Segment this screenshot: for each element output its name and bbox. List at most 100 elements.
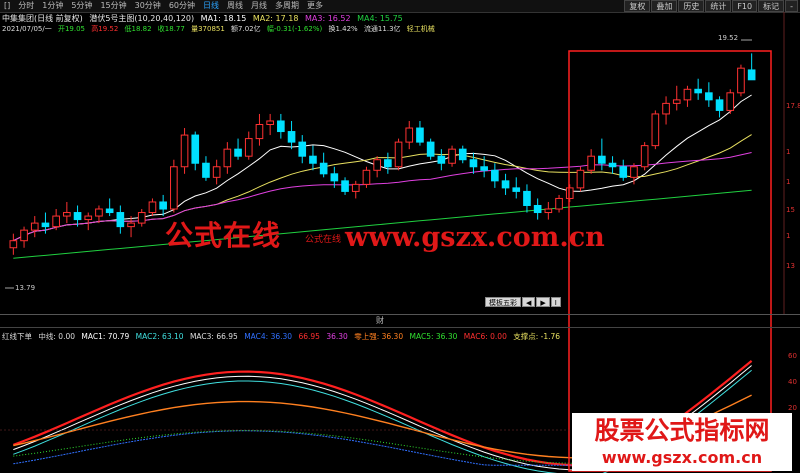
right-axis-label: 1: [786, 148, 791, 156]
prev-template-button[interactable]: ◀: [522, 297, 536, 307]
candle-body: [9, 240, 18, 249]
candle: [555, 194, 563, 213]
ad-title: 股票公式指标网: [594, 416, 770, 445]
candle-body: [20, 229, 28, 242]
candle-body: [672, 99, 681, 104]
candle: [715, 96, 724, 118]
candle: [351, 180, 360, 199]
template-controls: 模板五彩 ◀ ▶ I: [485, 297, 562, 307]
template-color-button[interactable]: 模板五彩: [485, 297, 521, 307]
candle: [523, 184, 531, 213]
candle-body: [84, 215, 93, 221]
candle-body: [234, 148, 242, 157]
zero-strong-value: 零上强: 36.30: [354, 332, 404, 341]
candle-body: [63, 212, 71, 217]
candle: [234, 138, 242, 160]
candle-body: [255, 124, 264, 140]
candle: [223, 142, 232, 174]
candle-body: [619, 166, 628, 178]
candle-body: [640, 145, 649, 168]
candle: [651, 110, 660, 150]
candle-body: [726, 92, 735, 111]
candle: [266, 113, 274, 136]
candle: [373, 156, 381, 178]
candle-body: [458, 148, 467, 161]
candle: [384, 152, 392, 174]
candle-body: [651, 113, 660, 147]
candle-body: [52, 215, 60, 228]
ad-url: www.gszx.com.cn: [601, 448, 763, 467]
candle-body: [212, 166, 221, 178]
candle: [394, 138, 403, 171]
candle: [458, 145, 467, 164]
right-axis-label: 1: [786, 178, 791, 186]
candle-body: [737, 67, 745, 94]
candle-body: [630, 166, 638, 178]
candle-body: [394, 141, 403, 168]
low-price-label: 13.79: [15, 284, 36, 292]
candle-body: [555, 197, 563, 210]
candle: [437, 149, 446, 171]
candle: [298, 135, 307, 164]
candle-body: [523, 190, 531, 206]
candle: [533, 198, 542, 220]
indicator-legend: 红线下单 中线: 0.00 MAC1: 70.79 MAC2: 63.10 MA…: [2, 331, 792, 342]
candle: [212, 159, 221, 185]
candle-body: [30, 222, 39, 231]
candle: [63, 201, 71, 224]
candle: [426, 138, 435, 160]
candle-body: [191, 134, 200, 164]
template-menu-button[interactable]: I: [550, 297, 561, 307]
watermark-cn: 公式在线: [165, 219, 282, 252]
candle: [512, 177, 521, 199]
x-axis-label: 财: [376, 316, 384, 325]
candle-body: [341, 180, 349, 192]
candle-body: [469, 159, 478, 168]
mac6-value: MAC6: 0.00: [463, 332, 507, 341]
macd-axis-label: 20: [788, 404, 797, 412]
candle-body: [180, 134, 189, 168]
candle: [469, 152, 478, 174]
candle-body: [598, 155, 606, 164]
candle-body: [105, 208, 114, 214]
next-template-button[interactable]: ▶: [536, 297, 550, 307]
candle-body: [309, 155, 317, 164]
candle: [137, 209, 146, 227]
panel-separator-2: [0, 327, 800, 328]
candle-body: [384, 159, 392, 168]
candle: [148, 198, 157, 217]
candle-body: [416, 127, 424, 143]
candle-body: [202, 162, 210, 178]
candle: [255, 113, 264, 146]
mac3-value: MAC3: 66.95: [189, 332, 238, 341]
candle-body: [244, 138, 253, 157]
mac-value-2: 36.30: [326, 332, 348, 341]
candle-body: [512, 187, 521, 192]
candle: [491, 163, 499, 188]
candle: [127, 216, 135, 238]
candle-body: [437, 155, 446, 164]
candle: [84, 212, 93, 231]
candle: [608, 156, 617, 174]
candle-body: [405, 127, 414, 143]
candle-body: [330, 173, 339, 182]
candle: [287, 120, 296, 150]
candle-body: [705, 92, 713, 101]
candle-body: [127, 222, 135, 228]
candle: [362, 166, 371, 188]
candle-body: [351, 183, 360, 192]
candle-body: [298, 141, 307, 157]
candle: [576, 166, 585, 192]
candle-body: [501, 180, 510, 189]
candle: [694, 78, 702, 100]
candle: [309, 145, 317, 171]
candle: [598, 138, 606, 171]
indicator-title[interactable]: 红线下单: [2, 332, 32, 341]
mac2-value: MAC2: 63.10: [135, 332, 184, 341]
candle: [319, 152, 328, 178]
candle-body: [491, 169, 499, 182]
candle: [202, 156, 210, 181]
mac5-value: MAC5: 36.30: [409, 332, 458, 341]
right-axis-label: 1: [786, 232, 791, 240]
candle: [683, 85, 692, 107]
